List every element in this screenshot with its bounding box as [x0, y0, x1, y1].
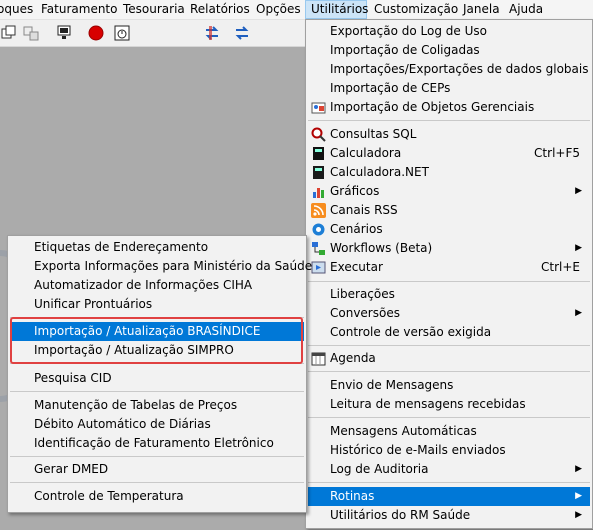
menu-item-importacao-objetos[interactable]: Importação de Objetos Gerenciais — [308, 98, 590, 117]
menu-separator — [308, 345, 590, 346]
menu-item-liberacoes[interactable]: Liberações — [308, 285, 590, 304]
calculator-icon — [311, 146, 326, 161]
menu-customizacao[interactable]: Customização — [374, 0, 458, 19]
menu-item-envio-mensagens[interactable]: Envio de Mensagens — [308, 376, 590, 395]
submenu-item-pesquisa-cid[interactable]: Pesquisa CID — [10, 369, 304, 388]
menu-tesouraria[interactable]: Tesouraria — [123, 0, 185, 19]
menu-relatorios[interactable]: Relatórios — [190, 0, 250, 19]
submenu-item-exporta-ministerio[interactable]: Exporta Informações para Ministério da S… — [10, 257, 312, 276]
windows-icon[interactable] — [22, 24, 40, 42]
menu-separator — [308, 371, 590, 372]
menu-item-importacoes-exportacoes[interactable]: Importações/Exportações de dados globais — [308, 60, 590, 79]
calculator-net-icon — [311, 165, 326, 180]
submenu-item-controle-temperatura[interactable]: Controle de Temperatura — [10, 487, 304, 506]
annotation-highlight-box — [10, 317, 303, 364]
run-icon — [311, 260, 326, 275]
submenu-item-gerar-dmed[interactable]: Gerar DMED — [10, 460, 304, 479]
record-icon[interactable] — [87, 24, 105, 42]
menu-item-importacao-ceps[interactable]: Importação de CEPs — [308, 79, 590, 98]
menu-janela[interactable]: Janela — [463, 0, 500, 19]
submenu-item-unificar-prontuarios[interactable]: Unificar Prontuários — [10, 295, 304, 314]
menu-ajuda[interactable]: Ajuda — [509, 0, 543, 19]
menu-separator — [10, 456, 304, 457]
menu-item-leitura-mensagens[interactable]: Leitura de mensagens recebidas — [308, 395, 590, 414]
rotinas-submenu: Etiquetas de Endereçamento Exporta Infor… — [7, 235, 312, 513]
menu-item-exportacao-log[interactable]: Exportação do Log de Uso — [308, 22, 590, 41]
menu-separator — [308, 281, 590, 282]
menu-item-graficos[interactable]: Gráficos ▶ — [308, 182, 590, 201]
menu-item-calculadora[interactable]: Calculadora Ctrl+F5 — [308, 144, 590, 163]
chevron-right-icon: ▶ — [575, 491, 582, 501]
toolbar — [0, 20, 306, 47]
submenu-item-debito-diarias[interactable]: Débito Automático de Diárias — [10, 415, 304, 434]
menu-faturamento[interactable]: Faturamento — [41, 0, 117, 19]
menu-item-mensagens-automaticas[interactable]: Mensagens Automáticas — [308, 422, 590, 441]
menu-separator — [308, 482, 590, 483]
menu-item-utilitarios-rm-saude[interactable]: Utilitários do RM Saúde ▶ — [308, 506, 590, 525]
objects-import-icon — [311, 100, 326, 115]
menu-item-conversoes[interactable]: Conversões ▶ — [308, 304, 590, 323]
menu-item-calculadora-net[interactable]: Calculadora.NET — [308, 163, 590, 182]
scenarios-icon — [311, 222, 326, 237]
workflow-icon — [311, 241, 326, 256]
menu-opcoes[interactable]: Opções — [256, 0, 301, 19]
menu-item-cenarios[interactable]: Cenários — [308, 220, 590, 239]
chevron-right-icon: ▶ — [575, 510, 582, 520]
rss-icon — [311, 203, 326, 218]
menu-item-importacao-coligadas[interactable]: Importação de Coligadas — [308, 41, 590, 60]
menu-item-log-auditoria[interactable]: Log de Auditoria ▶ — [308, 460, 590, 479]
menu-separator — [308, 417, 590, 418]
menu-separator — [308, 120, 590, 121]
menu-item-controle-versao[interactable]: Controle de versão exigida — [308, 323, 590, 342]
menu-item-consultas-sql[interactable]: Consultas SQL — [308, 125, 590, 144]
sync-icon[interactable] — [233, 24, 251, 42]
menu-item-rotinas[interactable]: Rotinas ▶ — [308, 487, 590, 506]
menu-item-historico-emails[interactable]: Histórico de e-Mails enviados — [308, 441, 590, 460]
menu-separator — [10, 391, 304, 392]
menu-estoques[interactable]: oques — [0, 0, 33, 19]
calendar-icon — [311, 351, 326, 366]
sql-query-icon — [311, 127, 326, 142]
submenu-item-etiquetas[interactable]: Etiquetas de Endereçamento — [10, 238, 304, 257]
chevron-right-icon: ▶ — [575, 243, 582, 253]
chart-icon — [311, 184, 326, 199]
chevron-right-icon: ▶ — [575, 186, 582, 196]
chevron-right-icon: ▶ — [575, 464, 582, 474]
menu-item-executar[interactable]: Executar Ctrl+E — [308, 258, 590, 277]
utilitarios-menu: Exportação do Log de Uso Importação de C… — [305, 19, 593, 529]
stopwatch-icon[interactable] — [113, 24, 131, 42]
menu-utilitarios[interactable]: Utilitários — [305, 0, 368, 19]
copy-icon[interactable] — [0, 24, 18, 42]
menu-item-workflows[interactable]: Workflows (Beta) ▶ — [308, 239, 590, 258]
submenu-item-automatizador-ciha[interactable]: Automatizador de Informações CIHA — [10, 276, 304, 295]
submenu-item-tabelas-precos[interactable]: Manutenção de Tabelas de Preços — [10, 396, 304, 415]
menu-item-canais-rss[interactable]: Canais RSS — [308, 201, 590, 220]
menu-separator — [10, 482, 304, 483]
monitor-icon[interactable] — [56, 24, 74, 42]
submenu-item-faturamento-eletronico[interactable]: Identificação de Faturamento Eletrônico — [10, 434, 304, 453]
menu-bar: oques Faturamento Tesouraria Relatórios … — [0, 0, 593, 20]
chevron-right-icon: ▶ — [575, 308, 582, 318]
menu-item-agenda[interactable]: Agenda — [308, 349, 590, 368]
swap-icon[interactable] — [203, 24, 221, 42]
